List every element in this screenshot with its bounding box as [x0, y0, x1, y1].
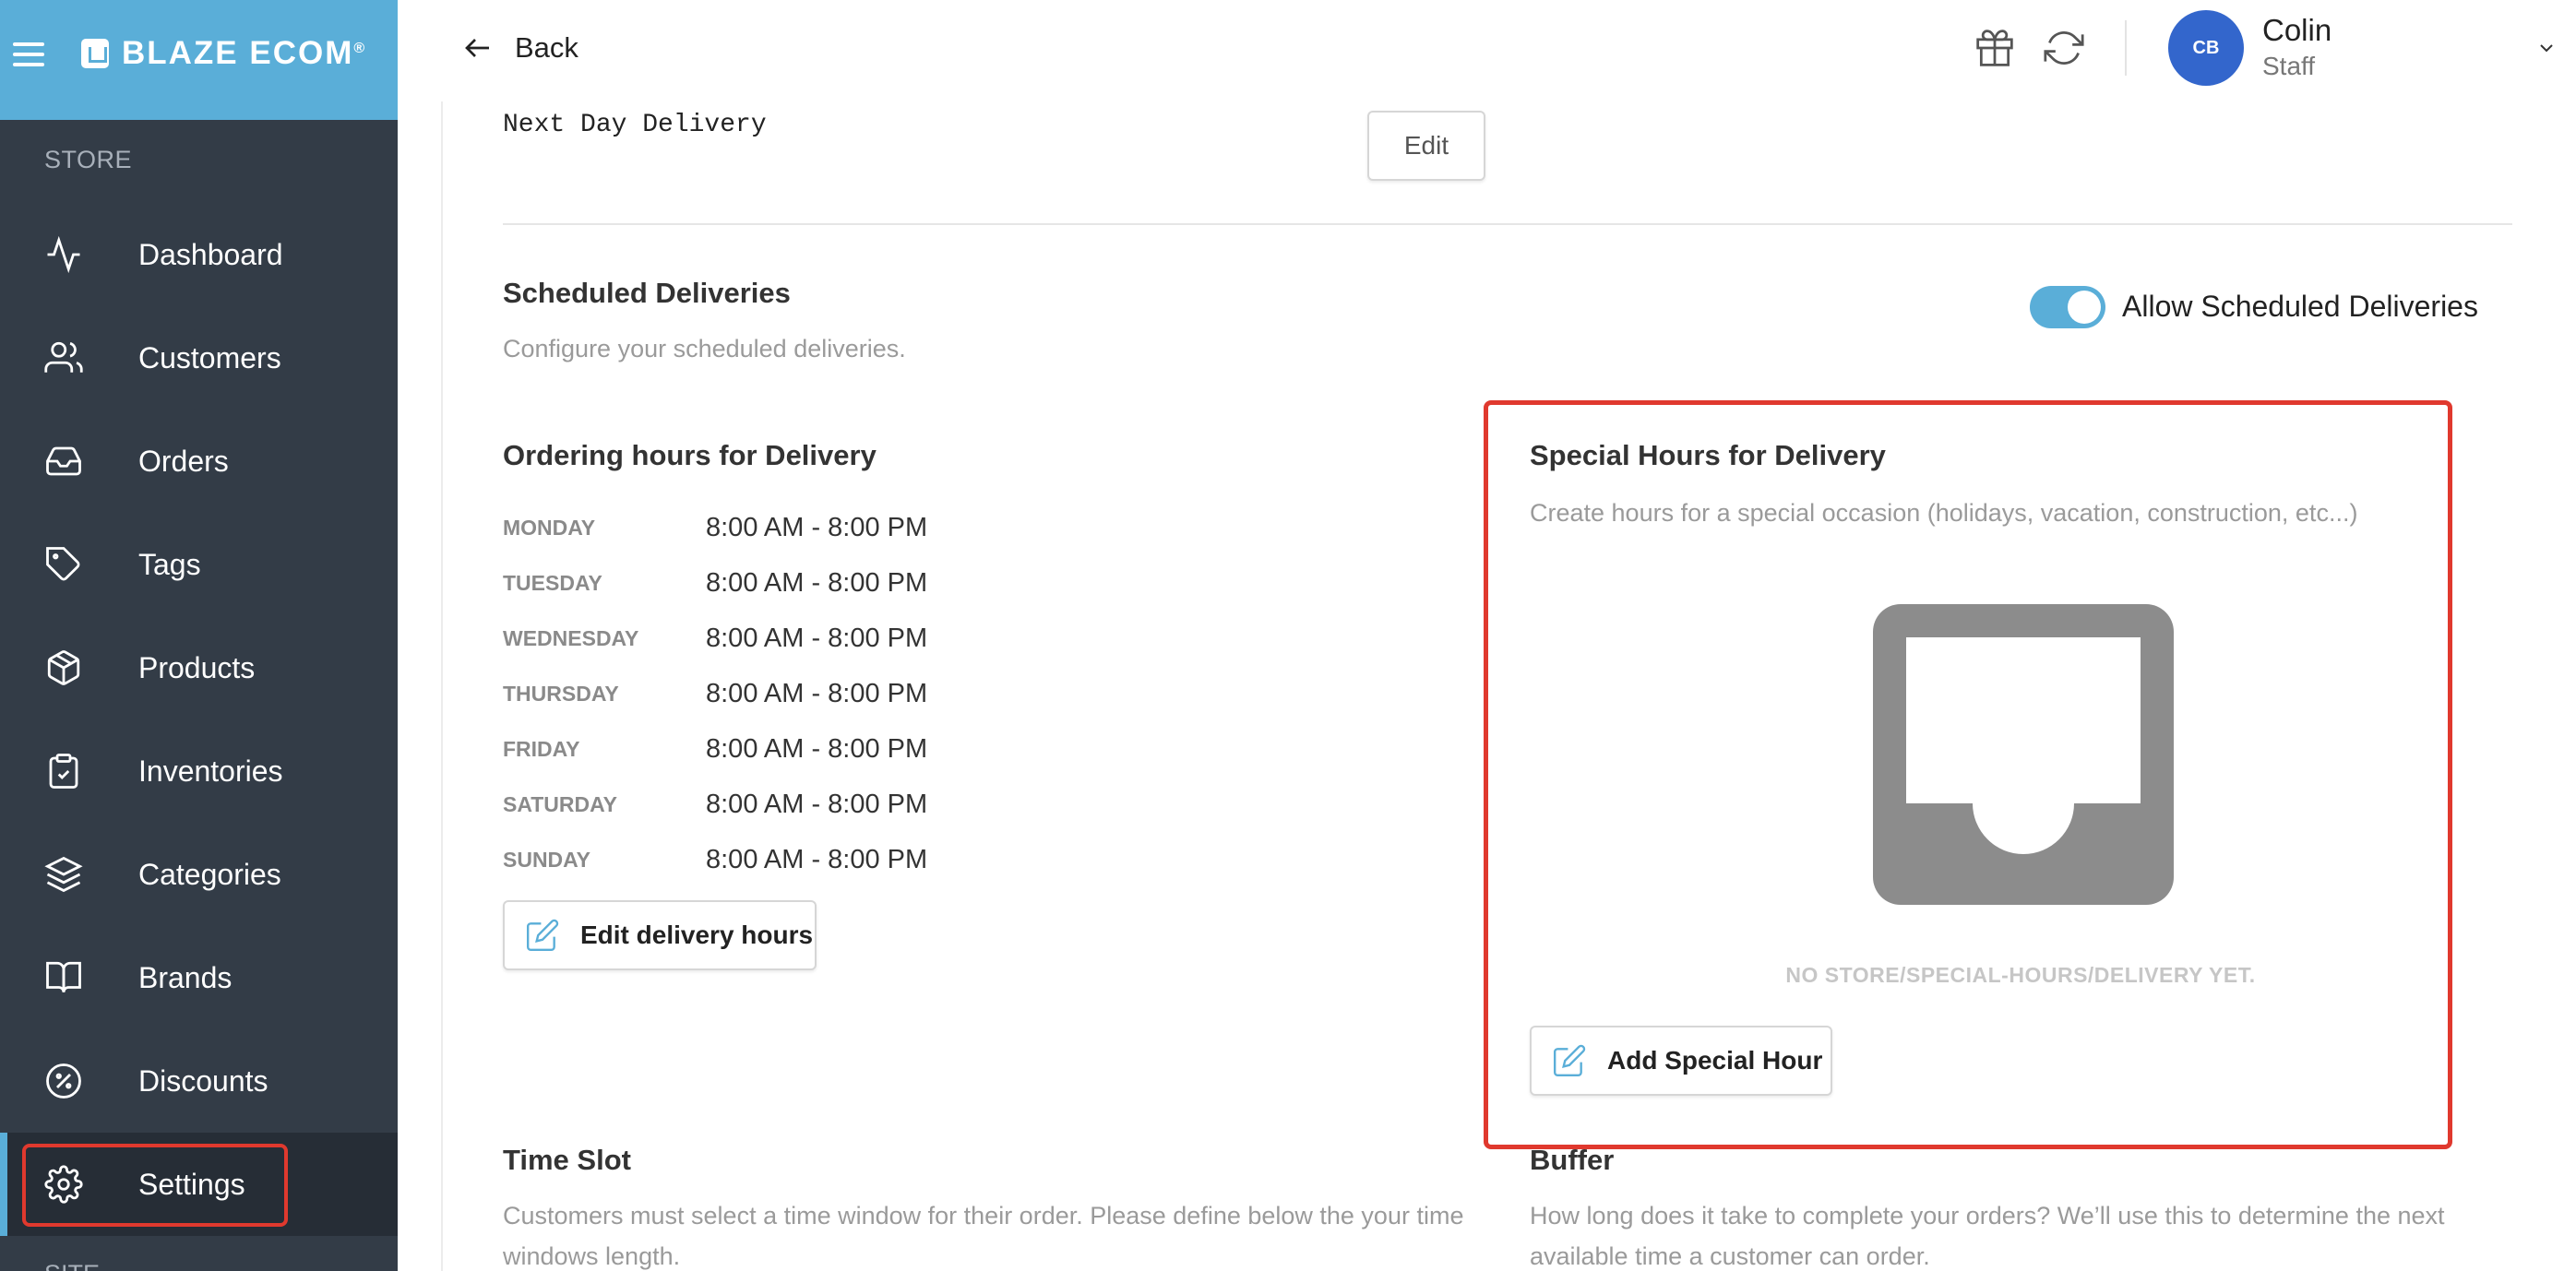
hours-row: SATURDAY 8:00 AM - 8:00 PM — [503, 786, 927, 823]
activity-icon — [47, 235, 80, 274]
add-special-hour-label: Add Special Hour — [1607, 1046, 1823, 1075]
sidebar-item-label: Inventories — [138, 754, 283, 788]
sidebar-item-tags[interactable]: Tags — [0, 513, 398, 616]
add-special-hour-button[interactable]: Add Special Hour — [1530, 1026, 1832, 1096]
hours-row: FRIDAY 8:00 AM - 8:00 PM — [503, 731, 927, 767]
day-label: THURSDAY — [503, 681, 619, 706]
sidebar-item-inventories[interactable]: Inventories — [0, 719, 398, 823]
edit-delivery-hours-label: Edit delivery hours — [580, 921, 814, 949]
sidebar-item-discounts[interactable]: Discounts — [0, 1029, 398, 1133]
sidebar-item-customers[interactable]: Customers — [0, 306, 398, 410]
nav-section-site: SITE — [44, 1260, 100, 1271]
back-label: Back — [515, 31, 578, 64]
sidebar-item-categories[interactable]: Categories — [0, 823, 398, 926]
sidebar-item-orders[interactable]: Orders — [0, 410, 398, 513]
hours-row: WEDNESDAY 8:00 AM - 8:00 PM — [503, 620, 927, 657]
time-slot-title: Time Slot — [503, 1144, 631, 1176]
day-label: SUNDAY — [503, 847, 591, 872]
sidebar-item-label: Categories — [138, 857, 281, 891]
allow-scheduled-deliveries-toggle[interactable] — [2030, 286, 2105, 328]
sidebar: BLAZE ECOM ® STORE Dashboard Customers O… — [0, 0, 398, 1271]
book-icon — [46, 961, 81, 992]
edit-button[interactable]: Edit — [1367, 111, 1485, 181]
header-divider — [2125, 20, 2127, 76]
toggle-label: Allow Scheduled Deliveries — [2122, 290, 2478, 323]
time-range: 8:00 AM - 8:00 PM — [706, 512, 928, 542]
user-role: Staff — [2262, 52, 2316, 80]
buffer-description: How long does it take to complete your o… — [1530, 1202, 2445, 1270]
hamburger-menu-icon[interactable] — [13, 42, 44, 66]
layers-icon — [44, 856, 83, 893]
sidebar-item-label: Discounts — [138, 1063, 268, 1098]
empty-state-text: NO STORE/SPECIAL-HOURS/DELIVERY YET. — [1785, 963, 2256, 987]
hours-row: MONDAY 8:00 AM - 8:00 PM — [503, 509, 927, 546]
empty-inbox-icon — [1873, 604, 2174, 905]
special-hours-title: Special Hours for Delivery — [1530, 439, 1886, 471]
percent-icon — [46, 1063, 81, 1099]
time-range: 8:00 AM - 8:00 PM — [706, 844, 928, 874]
day-label: TUESDAY — [503, 570, 602, 595]
refresh-icon[interactable] — [2044, 28, 2084, 68]
time-range: 8:00 AM - 8:00 PM — [706, 567, 928, 598]
section-divider — [503, 223, 2512, 225]
scheduled-deliveries-subtitle: Configure your scheduled deliveries. — [503, 335, 906, 362]
top-header — [398, 0, 2576, 96]
time-range: 8:00 AM - 8:00 PM — [706, 623, 928, 653]
day-label: SATURDAY — [503, 791, 617, 816]
toggle-knob — [2068, 291, 2101, 324]
chevron-down-icon[interactable] — [2535, 37, 2558, 59]
clipboard-icon — [49, 754, 78, 789]
sidebar-item-label: Tags — [138, 547, 201, 581]
gear-icon — [44, 1165, 83, 1204]
buffer-title: Buffer — [1530, 1144, 1615, 1176]
brand-bar: BLAZE ECOM ® — [0, 0, 398, 120]
edit-icon — [526, 919, 559, 952]
hours-row: SUNDAY 8:00 AM - 8:00 PM — [503, 841, 927, 878]
day-label: WEDNESDAY — [503, 625, 639, 650]
sidebar-item-settings[interactable]: Settings — [0, 1133, 398, 1236]
edit-icon — [1553, 1044, 1586, 1077]
inbox-icon — [46, 446, 81, 476]
sidebar-item-label: Orders — [138, 444, 229, 478]
day-label: MONDAY — [503, 515, 596, 540]
package-icon — [47, 650, 80, 685]
special-hours-subtitle: Create hours for a special occasion (hol… — [1530, 499, 2358, 527]
sidebar-item-label: Brands — [138, 960, 233, 994]
ordering-hours-title: Ordering hours for Delivery — [503, 439, 877, 471]
logo-mark-icon — [81, 39, 109, 68]
gift-icon[interactable] — [1974, 28, 2015, 68]
time-range: 8:00 AM - 8:00 PM — [706, 733, 928, 764]
sidebar-item-label: Products — [138, 650, 256, 684]
users-icon — [44, 341, 83, 373]
time-range: 8:00 AM - 8:00 PM — [706, 678, 928, 708]
arrow-left-icon — [465, 39, 489, 57]
brand-name: BLAZE ECOM — [122, 35, 354, 71]
sidebar-item-label: Settings — [138, 1167, 245, 1201]
delivery-type-text: Next Day Delivery — [503, 111, 767, 139]
time-slot-description: Customers must select a time window for … — [503, 1202, 1464, 1270]
edit-delivery-hours-button[interactable]: Edit delivery hours — [503, 900, 817, 970]
nav-section-store: STORE — [44, 146, 133, 173]
sidebar-item-brands[interactable]: Brands — [0, 926, 398, 1029]
day-label: FRIDAY — [503, 736, 580, 761]
user-name[interactable]: Colin — [2262, 13, 2332, 48]
sidebar-item-label: Customers — [138, 340, 281, 374]
scheduled-deliveries-title: Scheduled Deliveries — [503, 277, 791, 309]
tag-icon — [46, 547, 80, 581]
back-button[interactable]: Back — [461, 28, 578, 68]
avatar[interactable]: CB — [2168, 10, 2244, 86]
brand-registered-mark: ® — [353, 41, 367, 56]
sidebar-item-products[interactable]: Products — [0, 616, 398, 719]
time-range: 8:00 AM - 8:00 PM — [706, 789, 928, 819]
hours-row: THURSDAY 8:00 AM - 8:00 PM — [503, 675, 927, 712]
sidebar-item-dashboard[interactable]: Dashboard — [0, 203, 398, 306]
hours-row: TUESDAY 8:00 AM - 8:00 PM — [503, 564, 927, 601]
sidebar-item-label: Dashboard — [138, 237, 283, 271]
content-panel-border — [441, 101, 443, 1271]
active-indicator — [0, 1133, 7, 1236]
brand-logo[interactable]: BLAZE ECOM ® — [81, 35, 366, 72]
